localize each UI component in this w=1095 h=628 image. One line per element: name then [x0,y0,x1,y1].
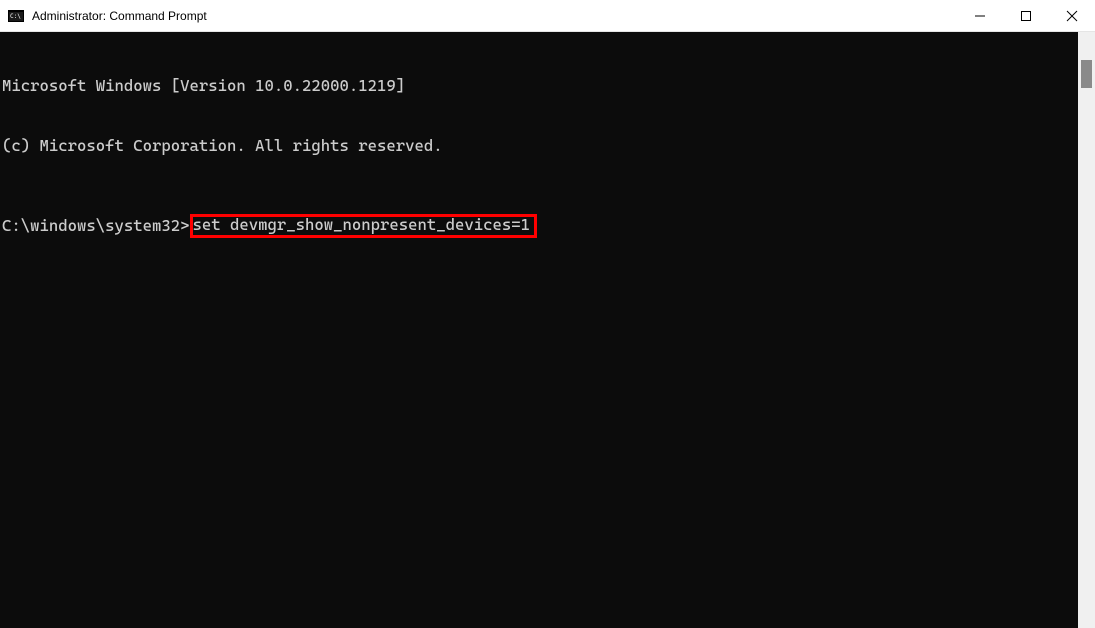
svg-text:C:\: C:\ [10,13,21,20]
vertical-scrollbar[interactable] [1078,32,1095,628]
window-title: Administrator: Command Prompt [32,9,207,23]
terminal-line-copyright: (c) Microsoft Corporation. All rights re… [0,136,1078,156]
close-button[interactable] [1049,0,1095,32]
content-area: Microsoft Windows [Version 10.0.22000.12… [0,32,1095,628]
scroll-down-button[interactable] [1078,611,1095,628]
command-highlight-box: set devmgr_show_nonpresent_devices=1 [190,214,538,238]
titlebar[interactable]: C:\ Administrator: Command Prompt [0,0,1095,32]
terminal[interactable]: Microsoft Windows [Version 10.0.22000.12… [0,32,1078,628]
terminal-line-version: Microsoft Windows [Version 10.0.22000.12… [0,76,1078,96]
cmd-icon: C:\ [8,8,24,24]
window-controls [957,0,1095,31]
terminal-command: set devmgr_show_nonpresent_devices=1 [193,215,531,235]
scroll-up-button[interactable] [1078,32,1095,49]
terminal-prompt: C:\windows\system32> [0,216,190,238]
terminal-prompt-row: C:\windows\system32>set devmgr_show_nonp… [0,216,1078,238]
maximize-button[interactable] [1003,0,1049,32]
minimize-button[interactable] [957,0,1003,32]
scroll-thumb[interactable] [1081,60,1092,88]
